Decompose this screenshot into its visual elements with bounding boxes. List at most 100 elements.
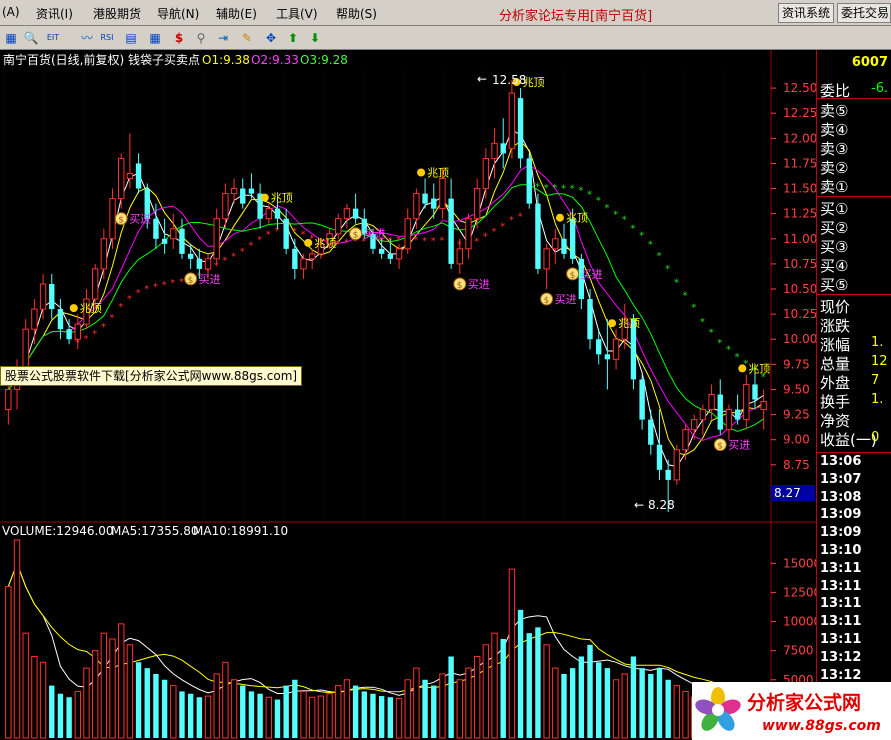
volume-bar	[265, 696, 272, 739]
menu-item-nav[interactable]: 导航(N)	[157, 5, 199, 22]
signal-dot: *	[127, 294, 132, 305]
rsi-icon[interactable]: RSI	[98, 29, 116, 47]
volume-bar	[535, 627, 541, 738]
buy-level-4: 买④	[820, 257, 849, 275]
candle-body	[743, 383, 750, 421]
chart-title: 南宁百货(日线,前复权) 钱袋子买卖点	[3, 52, 200, 67]
menu-item-hk-futures[interactable]: 港股期货	[93, 5, 141, 22]
volume-bar	[465, 667, 472, 739]
stat-value: 1.	[871, 392, 884, 407]
signal-dot: *	[257, 235, 262, 246]
stat-value: 7	[871, 373, 880, 388]
candle-body	[648, 419, 654, 445]
top-marker-icon	[417, 168, 426, 177]
volume-bar	[431, 685, 437, 738]
up-arrow-icon[interactable]: ⬆	[284, 29, 302, 47]
zoom-icon[interactable]: 🔍	[22, 29, 40, 47]
grid-icon[interactable]: ▤	[122, 29, 140, 47]
candle-body	[126, 172, 134, 180]
signal-dot: *	[604, 203, 609, 214]
volume-bar	[161, 679, 168, 738]
wave-icon[interactable]: 〰	[78, 29, 96, 47]
price-tick-label: 11.75	[783, 156, 816, 170]
stat-label: 总量	[820, 355, 851, 373]
pencil-icon[interactable]: ✎	[238, 29, 256, 47]
volume-ma10: MA10:18991.10	[193, 524, 288, 538]
volume-bar	[500, 639, 506, 738]
candle-body	[230, 188, 238, 195]
eit-icon[interactable]: EIT	[44, 29, 62, 47]
move-icon[interactable]: ✥	[262, 29, 280, 47]
volume-bar	[222, 661, 229, 739]
price-tick-label: 10.75	[783, 257, 816, 271]
trade-time: 13:12	[820, 667, 862, 683]
sell-level-1: 卖①	[820, 178, 849, 196]
top-marker-label: 兆顶	[80, 302, 102, 315]
candle-body	[526, 158, 532, 204]
stat-label: 收益(一)	[820, 431, 877, 449]
volume-bar	[13, 539, 21, 739]
watermark-banner[interactable]: 股票公式股票软件下载[分析家公式网www.88gs.com]	[0, 366, 303, 386]
candle-body	[482, 157, 490, 190]
price-tick-label: 10.00	[783, 332, 816, 346]
forum-brand: 分析家论坛专用[南宁百货]	[499, 5, 652, 24]
candle-body	[543, 248, 550, 270]
volume-bar	[552, 667, 559, 739]
signal-dot: *	[136, 288, 141, 299]
stat-label: 净资	[820, 412, 851, 430]
signal-dot: *	[587, 189, 592, 200]
divider	[817, 452, 891, 453]
table-icon[interactable]: ▦	[146, 29, 164, 47]
menu-item-info[interactable]: 资讯(I)	[36, 5, 73, 22]
price-tick-label: 8.75	[783, 458, 810, 472]
menu-item-tools[interactable]: 工具(V)	[276, 5, 318, 22]
volume-bar	[413, 667, 420, 739]
signal-dot: *	[570, 184, 575, 195]
candle-body	[49, 283, 55, 310]
trade-time: 13:08	[820, 489, 862, 505]
down-arrow-icon[interactable]: ⬇	[306, 29, 324, 47]
volume-value: VOLUME:12946.00	[2, 524, 114, 538]
signal-dot: *	[439, 235, 444, 246]
price-tick-label: 9.25	[783, 408, 810, 422]
toolbar: ▦ 🔍 EIT 〰 RSI ▤ ▦ $ ⚲ ⇥ ✎ ✥ ⬆ ⬇	[0, 26, 891, 50]
sell-level-2: 卖②	[820, 159, 849, 177]
wei-bi-value: -6.	[871, 81, 889, 96]
chart-area[interactable]: * * * * * * * * * * * * * * * * * * * * * * * * * * * * * * * * * * * * * * * *…	[0, 50, 816, 740]
stat-value: 0	[871, 430, 880, 445]
volume-bar	[274, 699, 281, 738]
top-marker-icon	[738, 364, 747, 373]
signal-dot: *	[509, 215, 514, 226]
candle-body	[204, 258, 212, 270]
menu-item-a[interactable]: (A)	[2, 5, 20, 19]
buy-marker-label: 买进	[199, 273, 221, 286]
candle-body	[422, 193, 428, 204]
link-icon[interactable]: ⚲	[192, 29, 210, 47]
dollar-icon[interactable]: $	[170, 29, 188, 47]
signal-dot: *	[231, 251, 236, 262]
volume-tick-label: 12500	[783, 585, 816, 599]
candle-body	[699, 409, 707, 421]
signal-dot: *	[648, 239, 653, 250]
menu-item-help[interactable]: 帮助(S)	[336, 5, 377, 22]
arrow-in-icon[interactable]: ⇥	[214, 29, 232, 47]
trade-time: 13:11	[820, 560, 862, 576]
signal-dot: *	[500, 222, 505, 233]
signal-dot: *	[630, 224, 635, 235]
candle-body	[465, 218, 472, 250]
stat-value: 1.	[871, 335, 884, 350]
volume-bar	[49, 685, 55, 738]
chart-icon[interactable]: ▦	[2, 29, 20, 47]
info-system-button[interactable]: 资讯系统	[778, 3, 834, 23]
volume-bar	[673, 685, 681, 739]
volume-bar	[517, 609, 524, 738]
candle-body	[170, 228, 177, 240]
logo-text: 分析家公式网	[747, 691, 861, 714]
top-marker-icon	[555, 213, 564, 222]
menu-item-assist[interactable]: 辅助(E)	[216, 5, 257, 22]
candle-body	[587, 299, 593, 340]
volume-bar	[300, 690, 307, 739]
order-button[interactable]: 委托交易	[837, 3, 891, 23]
trade-time: 13:11	[820, 632, 862, 647]
candle-body	[91, 268, 99, 300]
